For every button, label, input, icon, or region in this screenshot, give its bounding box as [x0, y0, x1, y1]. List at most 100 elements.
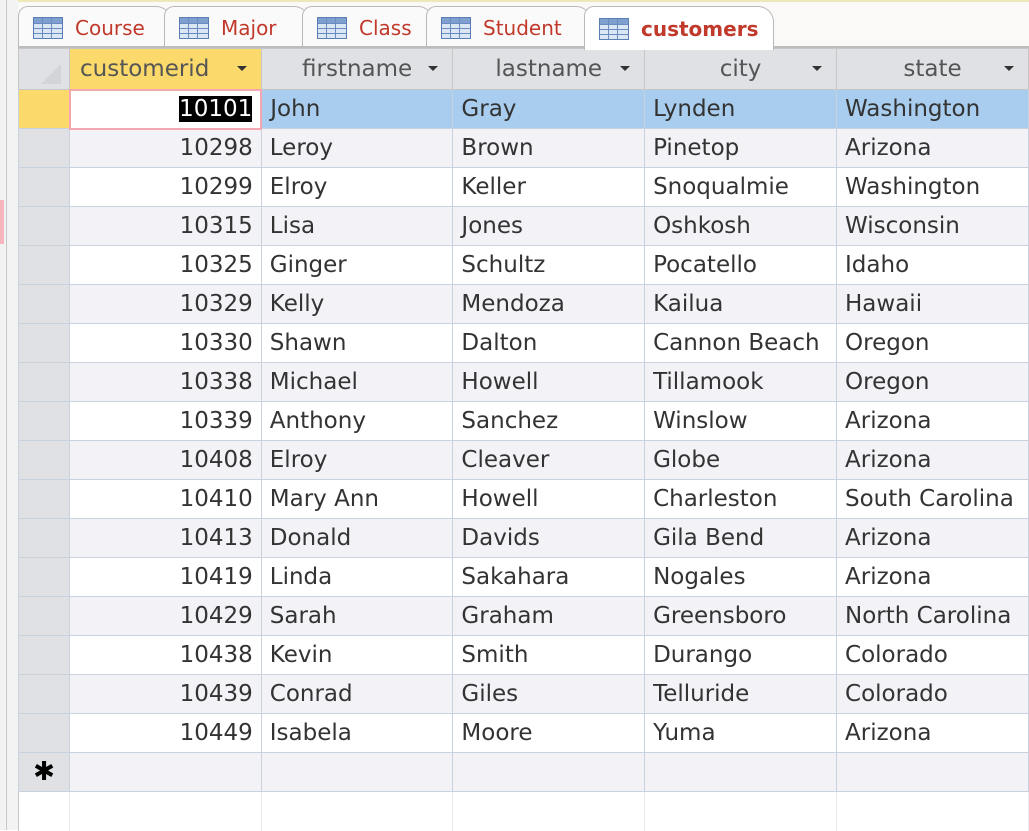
cell-firstname[interactable]: Lisa [260, 206, 454, 246]
record-selector[interactable] [18, 89, 70, 129]
cell-city[interactable]: Kailua [644, 284, 838, 324]
table-row[interactable]: 10449 Isabela Moore Yuma Arizona [18, 713, 1029, 753]
cell-firstname[interactable]: Donald [260, 518, 454, 558]
table-row[interactable]: 10298 Leroy Brown Pinetop Arizona [18, 128, 1029, 168]
cell-state[interactable]: Arizona [836, 440, 1029, 480]
cell-lastname[interactable]: Sakahara [452, 557, 646, 597]
cell-city[interactable]: Pinetop [644, 128, 838, 168]
cell-city[interactable]: Snoqualmie [644, 167, 838, 207]
cell-lastname[interactable]: Jones [452, 206, 646, 246]
cell-firstname[interactable]: Sarah [260, 596, 454, 636]
cell-lastname[interactable]: Davids [452, 518, 646, 558]
cell-customerid[interactable]: 10101 [68, 88, 263, 130]
table-row[interactable]: 10410 Mary Ann Howell Charleston South Carol… [18, 479, 1029, 519]
table-row[interactable]: 10315 Lisa Jones Oshkosh Wisconsin [18, 206, 1029, 246]
cell-city[interactable]: Yuma [644, 713, 838, 753]
cell-customerid[interactable]: 10325 [69, 245, 262, 285]
record-selector[interactable] [18, 401, 70, 441]
cell-customerid[interactable]: 10408 [69, 440, 262, 480]
table-row[interactable]: 10408 Elroy Cleaver Globe Arizona [18, 440, 1029, 480]
cell-city[interactable]: Winslow [644, 401, 838, 441]
record-selector[interactable] [18, 713, 70, 753]
cell-state[interactable]: Washington [836, 167, 1029, 207]
filter-dropdown-icon[interactable] [620, 66, 631, 71]
cell-firstname[interactable]: Kelly [260, 284, 454, 324]
cell-lastname[interactable]: Gray [452, 89, 646, 129]
cell-state[interactable]: Arizona [836, 401, 1029, 441]
filter-dropdown-icon[interactable] [428, 66, 439, 71]
cell-lastname[interactable]: Giles [452, 674, 646, 714]
record-selector[interactable] [18, 479, 70, 519]
cell-city[interactable]: Oshkosh [644, 206, 838, 246]
cell-firstname[interactable]: Linda [260, 557, 454, 597]
table-row[interactable]: 10299 Elroy Keller Snoqualmie Washington [18, 167, 1029, 207]
cell-customerid[interactable]: 10449 [69, 713, 262, 753]
cell-state[interactable]: Oregon [836, 362, 1029, 402]
cell-firstname[interactable]: Michael [260, 362, 454, 402]
cell-city[interactable]: Greensboro [644, 596, 838, 636]
cell-city[interactable]: Pocatello [644, 245, 838, 285]
cell-customerid[interactable]: 10329 [69, 284, 262, 324]
cell-state[interactable]: Arizona [836, 713, 1029, 753]
column-header-state[interactable]: state [836, 48, 1029, 90]
cell-state[interactable]: Wisconsin [836, 206, 1029, 246]
cell-state[interactable]: Oregon [836, 323, 1029, 363]
cell-state[interactable]: Colorado [836, 674, 1029, 714]
table-row[interactable]: 10439 Conrad Giles Telluride Colorado [18, 674, 1029, 714]
record-selector[interactable] [18, 635, 70, 675]
cell-city[interactable]: Globe [644, 440, 838, 480]
tab-course[interactable]: Course [18, 6, 172, 48]
record-selector[interactable] [18, 128, 70, 168]
cell-firstname[interactable]: Leroy [260, 128, 454, 168]
cell-lastname[interactable]: Dalton [452, 323, 646, 363]
cell-city[interactable]: Durango [644, 635, 838, 675]
new-cell-city[interactable] [644, 752, 838, 792]
cell-city[interactable]: Gila Bend [644, 518, 838, 558]
table-row[interactable]: 10325 Ginger Schultz Pocatello Idaho [18, 245, 1029, 285]
new-cell-state[interactable] [836, 752, 1029, 792]
record-selector[interactable] [18, 245, 70, 285]
cell-city[interactable]: Telluride [644, 674, 838, 714]
table-row[interactable]: 10419 Linda Sakahara Nogales Arizona [18, 557, 1029, 597]
cell-lastname[interactable]: Cleaver [452, 440, 646, 480]
table-row[interactable]: 10101 John Gray Lynden Washington [18, 88, 1029, 130]
cell-firstname[interactable]: Anthony [260, 401, 454, 441]
tab-major[interactable]: Major [164, 6, 310, 48]
cell-state[interactable]: North Carolina [836, 596, 1029, 636]
cell-customerid[interactable]: 10438 [69, 635, 262, 675]
cell-lastname[interactable]: Sanchez [452, 401, 646, 441]
filter-dropdown-icon[interactable] [1004, 66, 1014, 71]
cell-city[interactable]: Nogales [644, 557, 838, 597]
cell-firstname[interactable]: John [260, 89, 454, 129]
cell-firstname[interactable]: Ginger [260, 245, 454, 285]
cell-state[interactable]: Washington [836, 89, 1029, 129]
filter-dropdown-icon[interactable] [812, 66, 823, 71]
tab-class[interactable]: Class [302, 6, 434, 48]
select-all-button[interactable] [18, 48, 70, 90]
cell-customerid[interactable]: 10299 [69, 167, 262, 207]
table-row[interactable]: 10413 Donald Davids Gila Bend Arizona [18, 518, 1029, 558]
cell-customerid[interactable]: 10439 [69, 674, 262, 714]
record-selector[interactable] [18, 674, 70, 714]
record-selector[interactable] [18, 518, 70, 558]
record-selector[interactable] [18, 557, 70, 597]
cell-firstname[interactable]: Isabela [260, 713, 454, 753]
record-selector[interactable] [18, 440, 70, 480]
cell-firstname[interactable]: Elroy [260, 167, 454, 207]
cell-firstname[interactable]: Shawn [260, 323, 454, 363]
cell-state[interactable]: Hawaii [836, 284, 1029, 324]
record-selector[interactable] [18, 167, 70, 207]
cell-lastname[interactable]: Smith [452, 635, 646, 675]
cell-state[interactable]: Idaho [836, 245, 1029, 285]
cell-lastname[interactable]: Brown [452, 128, 646, 168]
cell-customerid[interactable]: 10410 [69, 479, 262, 519]
new-record-row[interactable]: ✱ [18, 752, 1029, 792]
cell-firstname[interactable]: Kevin [260, 635, 454, 675]
tab-student[interactable]: Student [426, 6, 592, 48]
column-header-firstname[interactable]: firstname [260, 48, 454, 90]
cell-city[interactable]: Lynden [644, 89, 838, 129]
cell-lastname[interactable]: Schultz [452, 245, 646, 285]
table-row[interactable]: 10329 Kelly Mendoza Kailua Hawaii [18, 284, 1029, 324]
column-header-customerid[interactable]: customerid [69, 48, 262, 90]
tab-customers[interactable]: customers [584, 6, 774, 50]
